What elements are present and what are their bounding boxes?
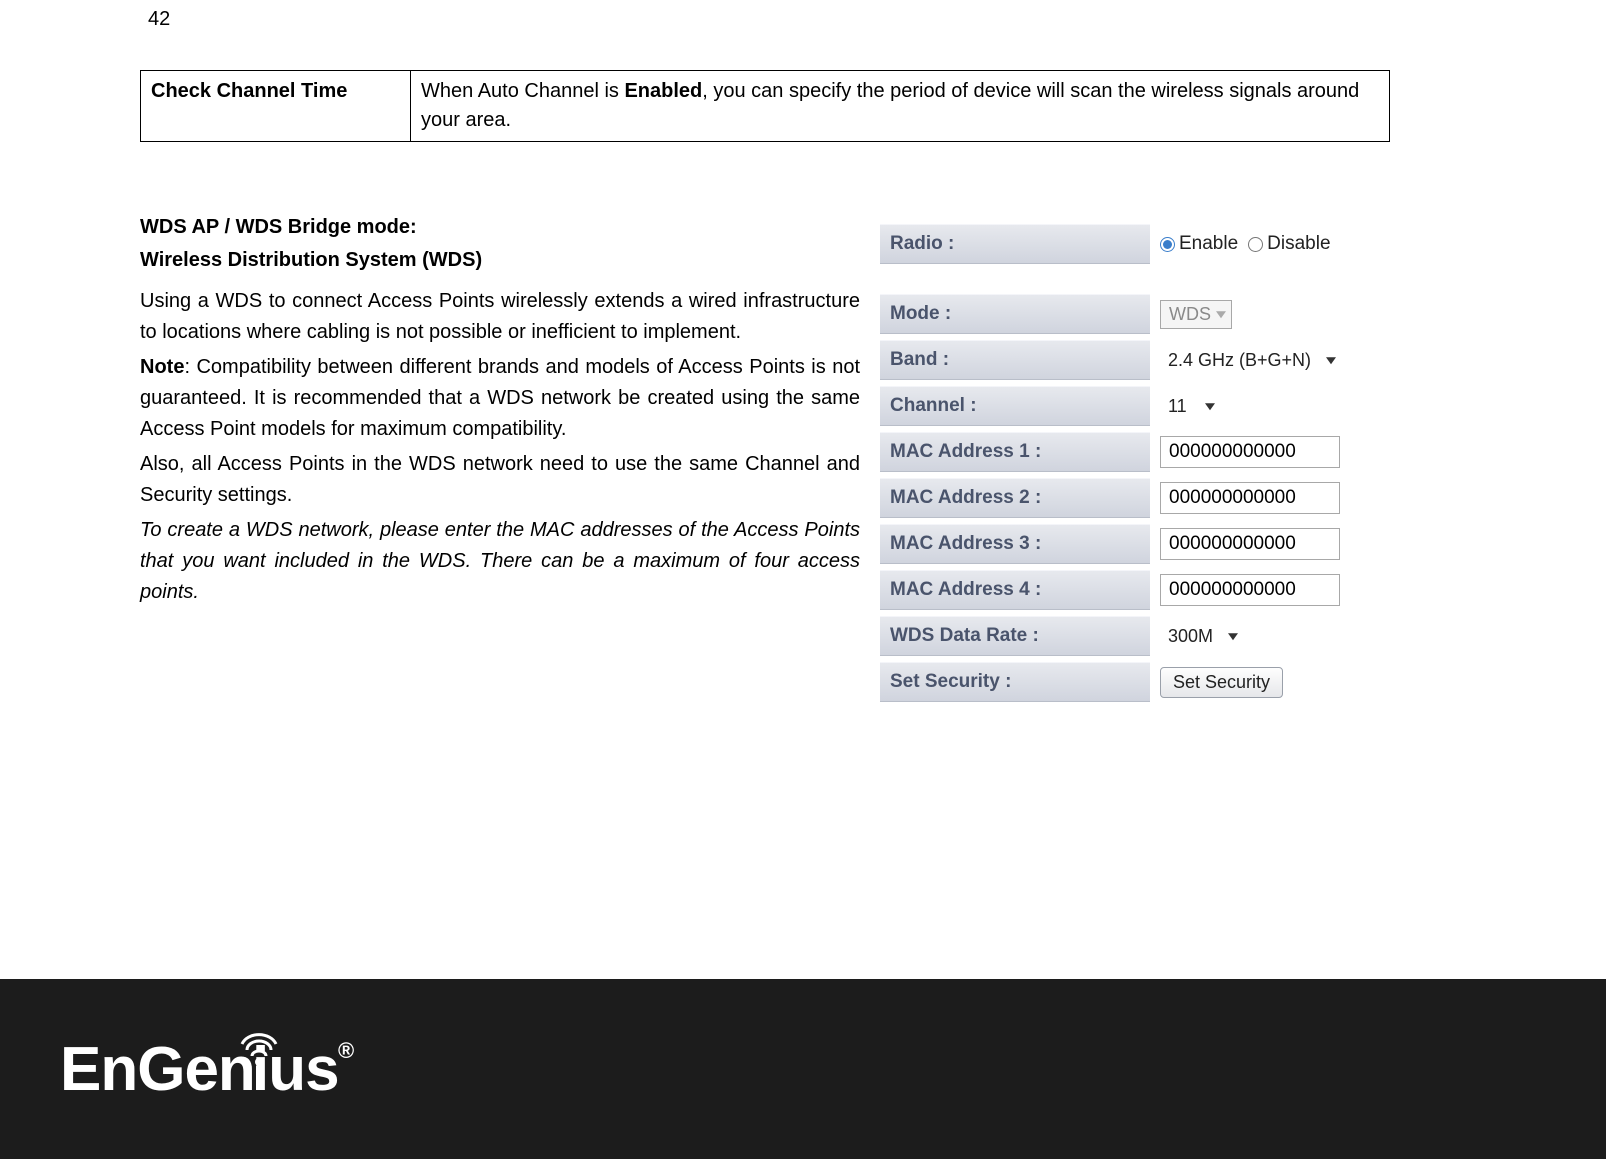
row-rate: WDS Data Rate : 300M (880, 616, 1390, 656)
mode-select-text: WDS (1169, 304, 1211, 324)
set-security-button[interactable]: Set Security (1160, 667, 1283, 698)
check-channel-table: Check Channel Time When Auto Channel is … (140, 70, 1390, 142)
radio-enable-text: Enable (1179, 233, 1238, 255)
mode-value: WDS (1150, 300, 1390, 329)
security-value: Set Security (1150, 667, 1390, 698)
band-label: Band : (880, 340, 1150, 380)
mode-label: Mode : (880, 294, 1150, 334)
note-label: Note (140, 356, 184, 378)
settings-panel: Radio : Enable Disable Mode : WDS Band :… (880, 212, 1390, 708)
svg-text:EnGen: EnGen (60, 1035, 255, 1104)
mac3-value (1150, 528, 1390, 560)
svg-text:®: ® (338, 1038, 354, 1063)
row-band: Band : 2.4 GHz (B+G+N) (880, 340, 1390, 380)
wds-p2-text: : Compatibility between different brands… (140, 356, 860, 440)
chevron-down-icon (1326, 357, 1336, 364)
channel-label: Channel : (880, 386, 1150, 426)
mac4-value (1150, 574, 1390, 606)
row-mode: Mode : WDS (880, 294, 1390, 334)
band-select-text: 2.4 GHz (B+G+N) (1168, 350, 1311, 370)
radio-enable-input[interactable] (1160, 237, 1175, 252)
radio-disable-option[interactable]: Disable (1248, 233, 1330, 255)
channel-select-text: 11 (1168, 396, 1187, 416)
radio-enable-option[interactable]: Enable (1160, 233, 1238, 255)
mac1-label: MAC Address 1 : (880, 432, 1150, 472)
rate-select[interactable]: 300M (1160, 623, 1243, 650)
mac1-value (1150, 436, 1390, 468)
engenius-logo: EnGen ius ® (60, 1018, 360, 1121)
mac3-input[interactable] (1160, 528, 1340, 560)
mac2-label: MAC Address 2 : (880, 478, 1150, 518)
band-select[interactable]: 2.4 GHz (B+G+N) (1160, 347, 1341, 374)
chevron-down-icon (1216, 311, 1226, 318)
row-channel: Channel : 11 (880, 386, 1390, 426)
svg-text:ius: ius (252, 1035, 339, 1104)
row-mac2: MAC Address 2 : (880, 478, 1390, 518)
mac3-label: MAC Address 3 : (880, 524, 1150, 564)
wds-p4: To create a WDS network, please enter th… (140, 515, 860, 608)
radio-value: Enable Disable (1150, 233, 1390, 255)
wds-p3: Also, all Access Points in the WDS netwo… (140, 449, 860, 511)
footer-bar: EnGen ius ® (0, 979, 1606, 1159)
desc-bold: Enabled (624, 80, 702, 102)
content-area: Check Channel Time When Auto Channel is … (140, 70, 1390, 708)
chevron-down-icon (1228, 633, 1238, 640)
security-label: Set Security : (880, 662, 1150, 702)
mac2-input[interactable] (1160, 482, 1340, 514)
rate-select-text: 300M (1168, 626, 1213, 646)
mode-select: WDS (1160, 300, 1232, 329)
desc-pre: When Auto Channel is (421, 80, 624, 102)
two-column-layout: WDS AP / WDS Bridge mode: Wireless Distr… (140, 212, 1390, 708)
channel-value: 11 (1150, 393, 1390, 420)
check-channel-label: Check Channel Time (141, 71, 411, 142)
mac4-input[interactable] (1160, 574, 1340, 606)
chevron-down-icon (1205, 403, 1215, 410)
logo-svg: EnGen ius ® (60, 1018, 360, 1108)
row-mac3: MAC Address 3 : (880, 524, 1390, 564)
channel-select[interactable]: 11 (1160, 393, 1220, 420)
wds-p2: Note: Compatibility between different br… (140, 352, 860, 445)
wds-p1: Using a WDS to connect Access Points wir… (140, 286, 860, 348)
wds-heading-1: WDS AP / WDS Bridge mode: (140, 212, 860, 243)
band-value: 2.4 GHz (B+G+N) (1150, 347, 1390, 374)
wds-heading-2: Wireless Distribution System (WDS) (140, 245, 860, 276)
page-number: 42 (148, 8, 170, 31)
radio-disable-input[interactable] (1248, 237, 1263, 252)
row-mac1: MAC Address 1 : (880, 432, 1390, 472)
row-mac4: MAC Address 4 : (880, 570, 1390, 610)
description-column: WDS AP / WDS Bridge mode: Wireless Distr… (140, 212, 860, 612)
row-security: Set Security : Set Security (880, 662, 1390, 702)
rate-label: WDS Data Rate : (880, 616, 1150, 656)
mac1-input[interactable] (1160, 436, 1340, 468)
row-radio: Radio : Enable Disable (880, 224, 1390, 264)
radio-disable-text: Disable (1267, 233, 1330, 255)
radio-label: Radio : (880, 224, 1150, 264)
mac2-value (1150, 482, 1390, 514)
rate-value: 300M (1150, 623, 1390, 650)
mac4-label: MAC Address 4 : (880, 570, 1150, 610)
check-channel-desc: When Auto Channel is Enabled, you can sp… (411, 71, 1390, 142)
